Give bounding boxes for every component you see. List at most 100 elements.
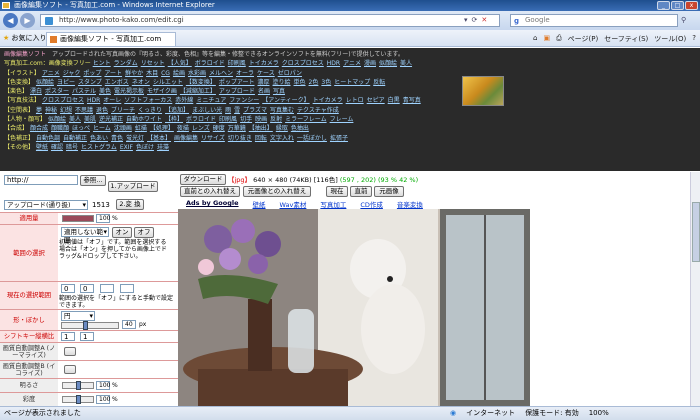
download-button[interactable]: ダウンロード [180, 174, 226, 185]
ads-title[interactable]: Ads by Google [186, 199, 239, 209]
nav-link[interactable]: 万華鏡 [228, 125, 246, 132]
nav-link[interactable]: メルヘン [209, 70, 233, 77]
nav-link[interactable]: 幻想 [60, 107, 72, 114]
swap-original-button[interactable]: 元画像との入れ替え [243, 186, 311, 197]
nav-link[interactable]: ボラロイド [186, 116, 216, 123]
nav-link[interactable]: 不思議 [75, 107, 93, 114]
browser-tab[interactable]: 画像編集ソフト - 写真加工.com [46, 32, 176, 46]
nav-link[interactable]: 一括ぼかし [297, 135, 327, 142]
nav-link[interactable]: 神秘 [45, 107, 57, 114]
nav-link[interactable]: ランダム [114, 60, 138, 67]
nav-link[interactable]: ブリーチ [111, 107, 135, 114]
nav-link[interactable]: 名画 [258, 88, 270, 95]
nav-link[interactable]: まぶしい光 [192, 107, 222, 114]
ginkgo-thumbnail[interactable] [462, 76, 504, 106]
refresh-icon[interactable]: ⟳ [472, 16, 478, 24]
nav-link[interactable]: 顔職顔 [51, 125, 69, 132]
range-off-button[interactable]: オフ [134, 227, 154, 238]
nav-link[interactable]: ゼロパン [278, 70, 302, 77]
nav-link[interactable]: 夢 [36, 107, 42, 114]
nav-link[interactable]: 夜描 [177, 125, 189, 132]
nav-link[interactable]: 美色 [99, 88, 111, 95]
stop-icon[interactable]: ✕ [481, 16, 487, 24]
nav-link[interactable]: ポスター [45, 88, 69, 95]
nav-link[interactable]: 赤外線 [175, 97, 193, 104]
search-input[interactable]: g Google [510, 14, 678, 27]
nav-link[interactable]: 逆光補正 [99, 116, 123, 123]
nav-link[interactable]: HDR [87, 97, 100, 104]
nav-link[interactable]: 【枠】 [165, 116, 183, 123]
file-path-input[interactable]: http:// [4, 175, 78, 185]
nav-link[interactable]: 3色 [321, 79, 331, 86]
nav-link[interactable]: シルエット [153, 79, 183, 86]
nav-link[interactable]: ソフトフォーカス [124, 97, 172, 104]
nav-link[interactable]: 切り抜き [228, 135, 252, 142]
range-w-input[interactable] [100, 284, 114, 293]
nav-link[interactable]: 美人 [69, 116, 81, 123]
range-y-input[interactable]: 0 [80, 284, 94, 293]
dropdown-arrow-icon[interactable]: ▾ [464, 16, 468, 24]
range-x-input[interactable]: 0 [61, 284, 75, 293]
aspect-a-input[interactable]: 1 [61, 332, 75, 341]
nav-link[interactable]: トイカメラ [313, 97, 343, 104]
nav-link[interactable]: 単色 [294, 79, 306, 86]
upload-button[interactable]: 1.アップロード [108, 181, 158, 192]
nav-link[interactable]: 絵画 [173, 70, 185, 77]
nav-link[interactable]: 写真集む [270, 107, 294, 114]
current-view-button[interactable]: 現在 [326, 186, 348, 197]
nav-link[interactable]: モザイク画 [147, 88, 177, 95]
nav-link[interactable]: 写真 [273, 88, 285, 95]
blur-input[interactable]: 40 [122, 320, 136, 329]
nav-link[interactable]: 白黒 [388, 97, 400, 104]
nav-link[interactable]: 回転 [255, 135, 267, 142]
nav-link[interactable]: 水彩画 [188, 70, 206, 77]
range-mode-select[interactable]: 適用しない範囲 [61, 227, 109, 244]
protected-mode-text[interactable]: 保護モード: 有効 [525, 407, 579, 420]
saturation-input[interactable]: 100 [96, 395, 110, 404]
nav-link[interactable]: 【処理】 [150, 125, 174, 132]
saturation-slider[interactable] [62, 395, 94, 404]
saturation-knob[interactable] [76, 395, 81, 404]
nav-link[interactable]: アート [104, 70, 122, 77]
nav-link[interactable]: ヒーム [93, 125, 111, 132]
ad-link-3[interactable]: 写真加工 [320, 199, 346, 209]
scrollbar-thumb[interactable] [692, 202, 700, 262]
nav-link[interactable]: 【人気】 [168, 60, 192, 67]
nav-link[interactable]: 鮮やか [125, 70, 143, 77]
mode-select[interactable]: アップロード(通り扱) [4, 200, 88, 210]
close-button[interactable]: x [685, 1, 698, 10]
nav-link[interactable]: リサイズ [201, 135, 225, 142]
nav-link[interactable]: くっきり [138, 107, 162, 114]
previous-view-button[interactable]: 直前 [350, 186, 372, 197]
nav-link[interactable]: ポップ [83, 70, 101, 77]
nav-link[interactable]: 拡張子 [330, 135, 348, 142]
brightness-slider[interactable] [62, 381, 94, 390]
nav-link[interactable]: プラズマ [243, 107, 267, 114]
nav-link[interactable]: ジャク [63, 70, 81, 77]
nav-link[interactable]: 自動補正 [63, 135, 87, 142]
nav-link[interactable]: 2色 [309, 79, 319, 86]
nav-link[interactable]: 反転 [373, 79, 385, 86]
nav-link[interactable]: HDR [327, 60, 340, 67]
nav-link[interactable]: 美肌 [84, 116, 96, 123]
range-h-input[interactable] [120, 284, 134, 293]
swap-previous-button[interactable]: 直前との入れ替え [180, 186, 240, 197]
nav-link[interactable]: 似顔絵 [48, 116, 66, 123]
nav-link[interactable]: 色ぼけ [136, 144, 154, 151]
favorites-button[interactable]: ★ お気に入り [3, 33, 47, 43]
nav-link[interactable]: リセット [141, 60, 165, 67]
page-scrollbar[interactable] [690, 172, 700, 406]
edited-photo[interactable] [178, 209, 530, 406]
forward-arrow-icon[interactable]: ▶ [20, 13, 35, 28]
nav-link[interactable]: セピア [367, 97, 385, 104]
nav-link[interactable]: 【追加】 [165, 107, 189, 114]
nav-link[interactable]: スタンプ [78, 79, 102, 86]
nav-link[interactable]: ポップアート [219, 79, 255, 86]
nav-link[interactable]: レンズ [192, 125, 210, 132]
maximize-button[interactable]: □ [671, 1, 684, 10]
nav-link[interactable]: クロスプロセス [282, 60, 324, 67]
feeds-icon[interactable]: ▣ [543, 34, 550, 44]
nav-link[interactable]: 青色 [111, 135, 123, 142]
nav-link[interactable]: 珪藻 [157, 144, 169, 151]
nav-link[interactable]: 反射 [270, 116, 282, 123]
